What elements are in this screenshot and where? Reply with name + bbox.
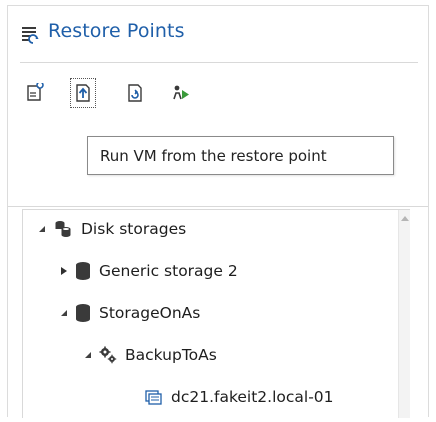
tree-node-restore-point[interactable]: dc21.fakeit2.local-01: [145, 383, 334, 411]
tree-node-generic-storage-2[interactable]: Generic storage 2: [59, 257, 238, 285]
expanded-arrow-icon[interactable]: [59, 308, 69, 318]
database-icon: [75, 261, 91, 281]
restore-config-icon: [25, 83, 45, 103]
tooltip: Run VM from the restore point: [87, 136, 394, 175]
restore-points-icon: [22, 26, 40, 46]
tree-node-disk-storages[interactable]: Disk storages: [37, 215, 186, 243]
tree-node-label: StorageOnAs: [99, 304, 201, 322]
run-play-icon: [171, 83, 191, 103]
tree-node-storageonas[interactable]: StorageOnAs: [59, 299, 200, 327]
run-vm-icon: [73, 83, 93, 103]
content-divider: [8, 206, 428, 207]
tooltip-text: Run VM from the restore point: [100, 147, 327, 165]
tree-node-label: dc21.fakeit2.local-01: [171, 388, 334, 406]
toolbar: [8, 70, 428, 130]
tree-node-label: Disk storages: [81, 220, 187, 238]
tree-scrollbar[interactable]: [398, 210, 410, 418]
replicate-button[interactable]: [168, 78, 194, 108]
tree-node-backuptoas[interactable]: BackupToAs: [83, 341, 217, 369]
tree-node-label: Generic storage 2: [99, 262, 238, 280]
backup-job-gears-icon: [99, 346, 117, 364]
page-title: Restore Points: [48, 20, 185, 42]
run-vm-button[interactable]: [70, 78, 96, 108]
expanded-arrow-icon[interactable]: [37, 224, 47, 234]
restore-to-host-button[interactable]: [22, 78, 48, 108]
vm-restore-point-icon: [145, 388, 163, 406]
restore-file-icon: [125, 83, 145, 103]
header-divider: [20, 62, 418, 63]
instant-restore-button[interactable]: [122, 78, 148, 108]
restore-points-panel: Restore Points Run VM from the restore p…: [7, 5, 429, 418]
scroll-up-arrow-icon[interactable]: [401, 216, 409, 221]
restore-points-tree[interactable]: Disk storages Generic storage 2 StorageO…: [22, 209, 410, 418]
collapsed-arrow-icon[interactable]: [59, 266, 69, 276]
expanded-arrow-icon[interactable]: [83, 350, 93, 360]
disk-storages-icon: [53, 219, 73, 239]
database-icon: [75, 303, 91, 323]
panel-header: Restore Points: [8, 6, 428, 64]
tree-node-label: BackupToAs: [125, 346, 217, 364]
